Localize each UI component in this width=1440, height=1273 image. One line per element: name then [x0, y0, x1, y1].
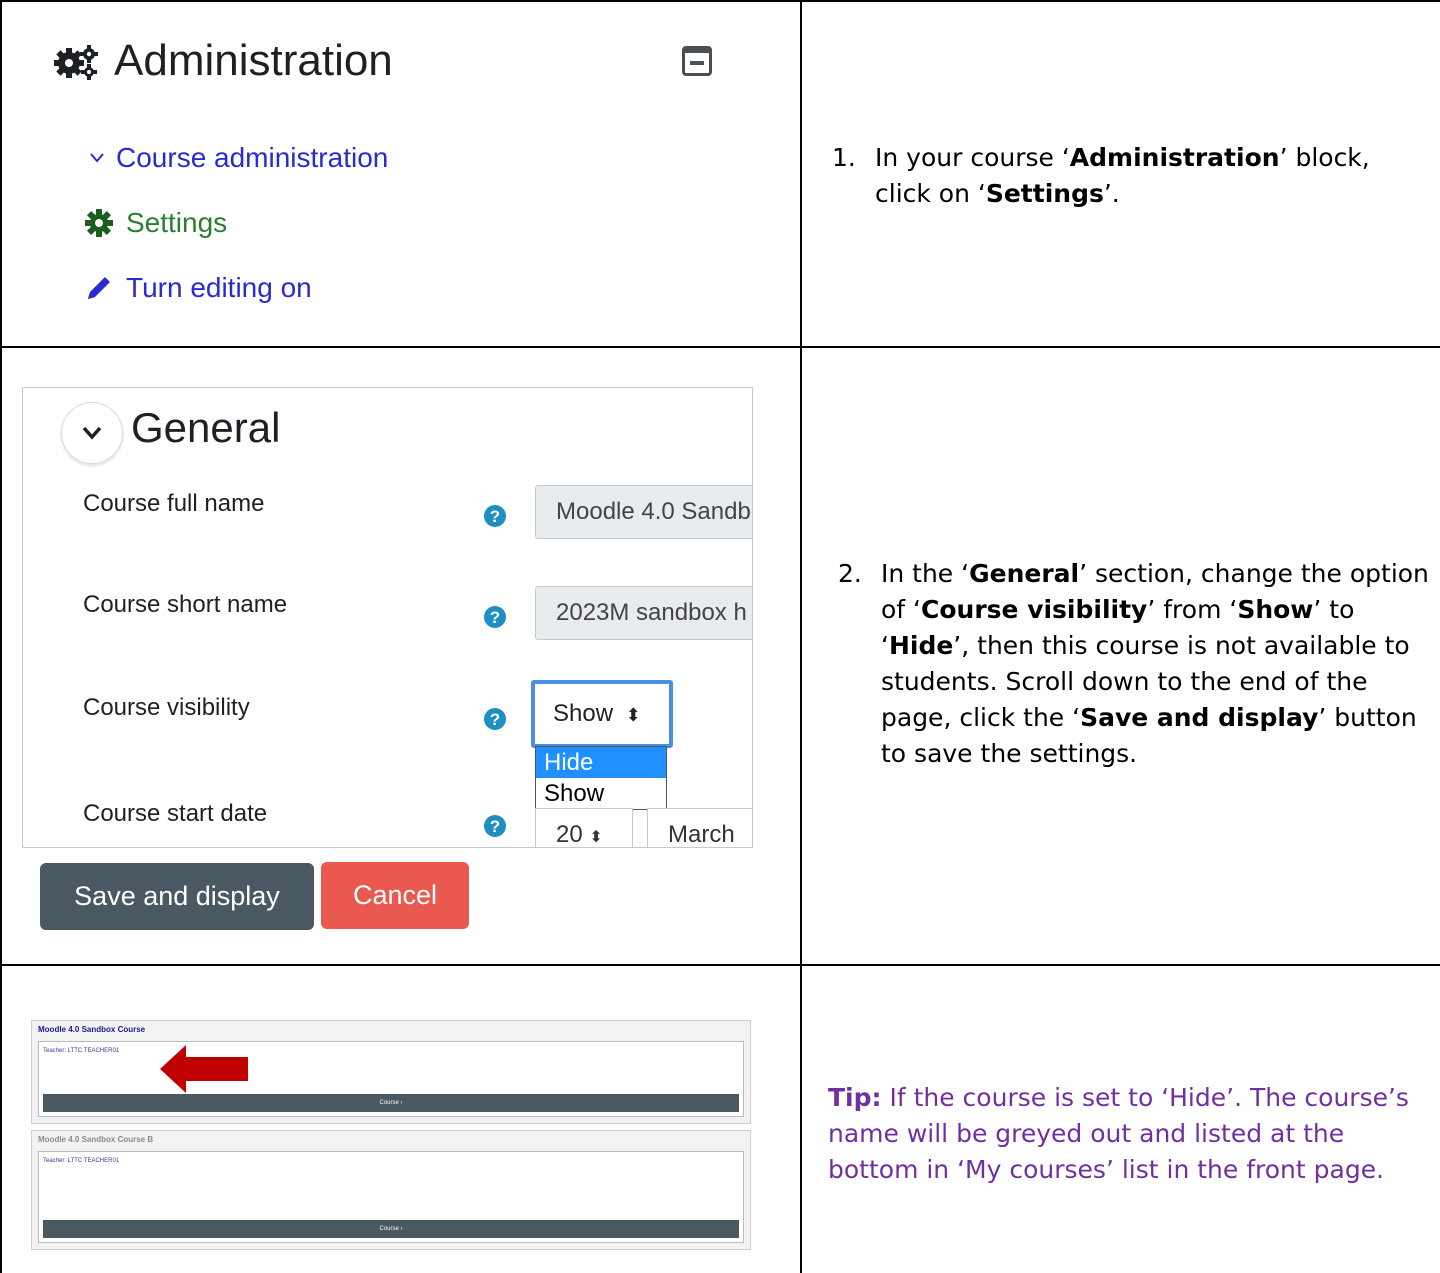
help-icon[interactable]: ? [484, 505, 506, 527]
help-icon[interactable]: ? [484, 815, 506, 837]
general-settings-screenshot: General Course full name ? Moodle 4.0 Sa… [22, 387, 753, 848]
step-number: 2. [838, 559, 862, 588]
cogs-icon [54, 45, 98, 80]
dropdown-option-hide[interactable]: Hide [536, 747, 666, 778]
table-column-divider [800, 0, 802, 1273]
course-full-name-label: Course full name [83, 490, 265, 517]
course-title[interactable]: Moodle 4.0 Sandbox Course B [38, 1135, 153, 1144]
teacher-name: Teacher: LTTC TEACHER01 [43, 1158, 120, 1164]
step-2-text: In the ‘General’ section, change the opt… [881, 559, 1429, 768]
turn-editing-on-link[interactable]: Turn editing on [84, 272, 312, 304]
course-card: Moodle 4.0 Sandbox Course Teacher: LTTC … [31, 1020, 751, 1124]
table-border-top [0, 0, 1440, 2]
step-1-text: In your course ‘Administration’ block, c… [875, 143, 1370, 208]
tip-text: Tip: If the course is set to ‘Hide’. The… [828, 1083, 1409, 1184]
tip-label: Tip: [828, 1083, 882, 1112]
pencil-icon [88, 277, 110, 299]
sort-arrows-icon: ⬍ [625, 705, 641, 725]
table-border-left [0, 0, 2, 1273]
step-1-instruction: 1. In your course ‘Administration’ block… [832, 140, 1432, 212]
step-2-instruction: 2. In the ‘General’ section, change the … [838, 556, 1433, 772]
help-icon[interactable]: ? [484, 708, 506, 730]
general-section-title: General [131, 404, 281, 451]
chevron-down-icon [82, 426, 102, 440]
chevron-down-icon [90, 153, 104, 163]
course-button[interactable]: Course › [43, 1220, 739, 1238]
settings-label: Settings [126, 207, 228, 238]
course-full-name-input[interactable]: Moodle 4.0 Sandbox Course B [535, 485, 752, 539]
teacher-name: Teacher: LTTC TEACHER01 [43, 1048, 120, 1054]
gear-icon [85, 209, 113, 237]
course-visibility-select[interactable]: Show ⬍ [531, 680, 673, 748]
course-short-name-label: Course short name [83, 591, 288, 618]
course-short-name-input[interactable]: 2023M sandbox h [535, 586, 752, 640]
table-row-divider [0, 346, 1440, 348]
course-administration-label: Course administration [116, 142, 389, 173]
my-courses-screenshot: Moodle 4.0 Sandbox Course Teacher: LTTC … [27, 1017, 755, 1252]
turn-editing-on-label: Turn editing on [126, 272, 312, 303]
course-title[interactable]: Moodle 4.0 Sandbox Course [38, 1025, 145, 1034]
administration-heading: Administration [52, 36, 393, 86]
visibility-dropdown-list: Hide Show [535, 746, 667, 810]
sort-arrows-icon: ⬍ [589, 829, 603, 846]
table-row-divider [0, 964, 1440, 966]
course-start-date-label: Course start date [83, 800, 268, 827]
course-visibility-label: Course visibility [83, 694, 250, 721]
collapse-block-icon [685, 49, 709, 53]
administration-title: Administration [114, 36, 393, 85]
instruction-table: Administration Course administration Set… [0, 0, 1440, 1273]
section-collapse-toggle[interactable] [61, 402, 123, 464]
settings-link[interactable]: Settings [84, 207, 227, 239]
start-month-select[interactable]: March [647, 808, 752, 847]
cancel-button[interactable]: Cancel [321, 862, 469, 929]
course-administration-link[interactable]: Course administration [90, 142, 388, 174]
collapse-block-button[interactable] [682, 46, 712, 76]
dropdown-option-show[interactable]: Show [536, 778, 666, 809]
course-button[interactable]: Course › [43, 1094, 739, 1112]
start-day-select[interactable]: 20 ⬍ [535, 808, 633, 847]
red-arrow-icon [160, 1045, 248, 1093]
help-icon[interactable]: ? [484, 606, 506, 628]
step-number: 1. [832, 143, 856, 172]
save-and-display-button[interactable]: Save and display [40, 863, 314, 930]
course-card-hidden: Moodle 4.0 Sandbox Course B Teacher: LTT… [31, 1130, 751, 1250]
